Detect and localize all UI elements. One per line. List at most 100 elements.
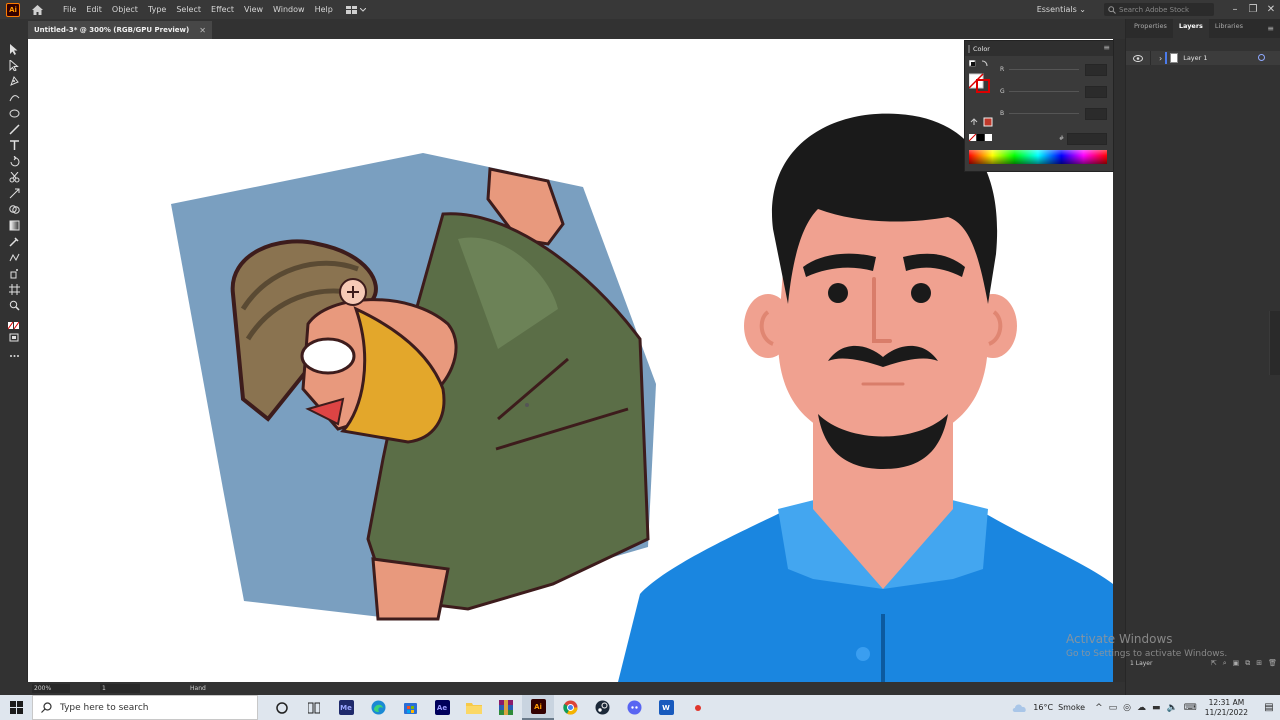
steam-icon[interactable]	[586, 695, 618, 720]
start-button[interactable]	[0, 695, 32, 720]
artboard-navigator-field[interactable]: 1	[100, 684, 140, 693]
document-tab[interactable]: Untitled-3* @ 300% (RGB/GPU Preview) ✕	[28, 21, 212, 39]
menu-help[interactable]: Help	[310, 5, 338, 14]
layer-row[interactable]: › Layer 1	[1126, 51, 1280, 65]
panel-collapse-handle[interactable]	[1269, 311, 1280, 375]
record-icon[interactable]	[682, 695, 714, 720]
widgets-icon[interactable]	[298, 695, 330, 720]
pen-tool-icon[interactable]	[7, 75, 21, 88]
weather-temp: 16°C	[1033, 703, 1054, 712]
close-window-button[interactable]: ✕	[1262, 4, 1280, 15]
rotate-tool-icon[interactable]	[7, 155, 21, 168]
cloud-sync-icon[interactable]: ☁	[1137, 703, 1146, 713]
menu-file[interactable]: File	[58, 5, 81, 14]
lock-column[interactable]	[1150, 51, 1151, 65]
blend-tool-icon[interactable]	[7, 251, 21, 264]
drawing-mode-icon[interactable]	[7, 331, 21, 344]
new-layer-icon[interactable]: ⊞	[1256, 659, 1262, 668]
selection-tool-icon[interactable]	[7, 43, 21, 56]
artboard-canvas[interactable]	[28, 39, 1113, 682]
zoom-level-field[interactable]: 200%	[32, 684, 70, 693]
vertical-scrollbar[interactable]	[1113, 39, 1125, 682]
after-effects-icon[interactable]: Ae	[426, 695, 458, 720]
channel-b-field[interactable]	[1085, 108, 1107, 120]
current-tool-label: Hand	[190, 685, 206, 692]
menu-window[interactable]: Window	[268, 5, 310, 14]
channel-r-field[interactable]	[1085, 64, 1107, 76]
restore-button[interactable]: ❐	[1244, 4, 1262, 15]
system-clock[interactable]: 12:31 AM 11/21/2022	[1205, 698, 1248, 718]
tab-layers[interactable]: Layers	[1172, 19, 1209, 38]
curvature-tool-icon[interactable]	[7, 91, 21, 104]
media-encoder-icon[interactable]: Me	[330, 695, 362, 720]
menu-edit[interactable]: Edit	[81, 5, 107, 14]
symbol-sprayer-tool-icon[interactable]	[7, 267, 21, 280]
visibility-eye-icon[interactable]	[1133, 54, 1143, 62]
channel-b-slider[interactable]	[1009, 113, 1079, 114]
volume-icon[interactable]: 🔈	[1167, 703, 1178, 713]
keyboard-icon[interactable]: ⌨	[1184, 703, 1197, 713]
cartoon-man-illustration[interactable]	[618, 113, 1113, 682]
color-panel-tab[interactable]: Color	[968, 44, 990, 53]
arrange-documents-button[interactable]	[345, 5, 366, 14]
menu-type[interactable]: Type	[143, 5, 171, 14]
ellipse-tool-icon[interactable]	[7, 107, 21, 120]
menu-select[interactable]: Select	[171, 5, 206, 14]
menu-object[interactable]: Object	[107, 5, 143, 14]
tab-libraries[interactable]: Libraries	[1209, 19, 1249, 38]
hex-field[interactable]	[1067, 133, 1107, 145]
type-tool-icon[interactable]	[7, 139, 21, 152]
layer-target-icon[interactable]	[1258, 54, 1265, 61]
channel-r-slider[interactable]	[1009, 69, 1079, 70]
chrome-icon[interactable]	[554, 695, 586, 720]
shape-builder-tool-icon[interactable]	[7, 203, 21, 216]
illustrator-window: Ai File Edit Object Type Select Effect V…	[0, 0, 1280, 720]
menu-effect[interactable]: Effect	[206, 5, 239, 14]
workspace-switcher[interactable]: Essentials ⌄	[1037, 5, 1086, 14]
taskbar-app-icon[interactable]: ▭	[1109, 703, 1118, 713]
home-icon[interactable]	[30, 3, 44, 17]
zoom-tool-icon[interactable]	[7, 299, 21, 312]
new-sublayer-icon[interactable]: ⧉	[1245, 659, 1250, 668]
task-view-icon[interactable]	[266, 695, 298, 720]
artboard-tool-icon[interactable]	[7, 283, 21, 296]
locate-object-icon[interactable]: ⌕	[1223, 659, 1227, 668]
color-spectrum-bar[interactable]	[969, 150, 1107, 164]
taskbar-search-input[interactable]: Type here to search	[32, 695, 258, 720]
layer-name[interactable]: Layer 1	[1183, 54, 1207, 62]
puppet-warp-tool-icon[interactable]	[7, 187, 21, 200]
illustrator-taskbar-icon[interactable]: Ai	[522, 695, 554, 720]
discord-icon[interactable]	[618, 695, 650, 720]
file-explorer-icon[interactable]	[458, 695, 490, 720]
store-icon[interactable]	[394, 695, 426, 720]
tab-properties[interactable]: Properties	[1128, 19, 1173, 38]
paintbrush-tool-icon[interactable]	[7, 123, 21, 136]
scissors-tool-icon[interactable]	[7, 171, 21, 184]
minimize-button[interactable]: –	[1226, 4, 1244, 15]
channel-g-slider[interactable]	[1009, 91, 1079, 92]
channel-g-field[interactable]	[1085, 86, 1107, 98]
clipping-mask-icon[interactable]: ▣	[1233, 659, 1240, 668]
edge-icon[interactable]	[362, 695, 394, 720]
eyedropper-tool-icon[interactable]	[7, 235, 21, 248]
menu-view[interactable]: View	[239, 5, 268, 14]
display-icon[interactable]: ▬	[1152, 703, 1161, 713]
notification-center-icon[interactable]: ▤	[1258, 702, 1280, 713]
close-tab-icon[interactable]: ✕	[199, 26, 206, 35]
export-icon[interactable]: ⇱	[1211, 659, 1217, 668]
panel-menu-icon[interactable]: ≡	[1267, 24, 1274, 33]
stock-search-input[interactable]: Search Adobe Stock	[1104, 3, 1214, 16]
direct-selection-tool-icon[interactable]	[7, 59, 21, 72]
meet-now-icon[interactable]: ◎	[1123, 703, 1131, 713]
expand-chevron-icon[interactable]: ›	[1159, 54, 1162, 63]
warped-cartoon-image[interactable]	[171, 153, 656, 621]
word-icon[interactable]: W	[650, 695, 682, 720]
delete-layer-icon[interactable]: 🗑	[1268, 659, 1277, 668]
winrar-icon[interactable]	[490, 695, 522, 720]
panel-menu-icon[interactable]: ≡	[1103, 43, 1110, 52]
more-tools-icon[interactable]	[7, 349, 21, 362]
color-quick-swatches-icon[interactable]	[969, 117, 999, 145]
show-hidden-icons-icon[interactable]: ^	[1095, 703, 1103, 713]
gradient-tool-icon[interactable]	[7, 219, 21, 232]
weather-widget[interactable]: 16°C Smoke	[1012, 702, 1085, 713]
